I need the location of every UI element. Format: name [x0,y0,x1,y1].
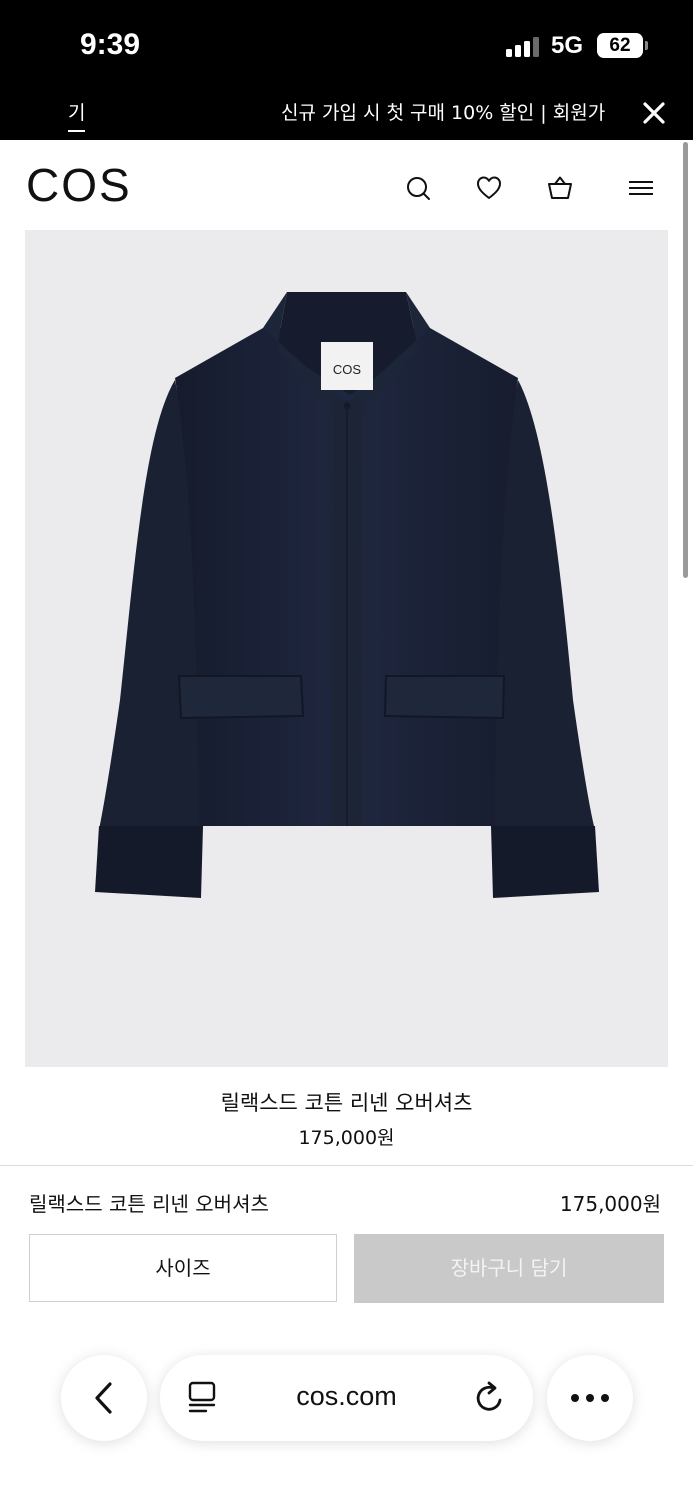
signal-icon [506,37,542,57]
more-button[interactable] [547,1355,633,1441]
address-bar[interactable]: cos.com [160,1355,533,1441]
site-header: COS [0,140,693,230]
search-icon[interactable] [404,174,432,202]
garment-label-text: COS [333,362,362,377]
sticky-product-name: 릴랙스드 코튼 리넨 오버셔츠 [29,1192,269,1216]
divider [0,1165,693,1166]
bag-icon[interactable] [546,174,574,202]
battery-icon: 62 [597,33,643,58]
ellipsis-icon [571,1394,609,1402]
reload-icon[interactable] [473,1380,507,1416]
promo-text: 신규 가입 시 첫 구매 10% 할인 | 회원가 [281,98,625,125]
scrollbar[interactable] [683,142,688,578]
promo-message: 신규 가입 시 첫 구매 10% 할인 | [281,102,553,124]
heart-icon[interactable] [475,174,503,202]
cos-logo[interactable]: COS [26,158,132,212]
browser-toolbar: cos.com [0,1325,693,1500]
status-time: 9:39 [80,28,141,61]
battery-cap [645,41,648,50]
promo-fragment: 기 [68,98,86,132]
overshirt-illustration: COS [95,292,599,898]
product-image[interactable]: COS [25,230,668,1067]
product-price: 175,000원 [298,1127,395,1149]
size-button[interactable]: 사이즈 [29,1234,337,1302]
chevron-left-icon [95,1382,112,1414]
promo-banner[interactable]: 기 신규 가입 시 첫 구매 10% 할인 | 회원가 [0,92,693,140]
menu-icon[interactable] [627,174,655,202]
status-bar: 9:39 5G 62 [0,0,693,92]
sticky-product-price: 175,000원 [559,1192,661,1216]
add-to-cart-button[interactable]: 장바구니 담기 [354,1234,664,1303]
product-title: 릴랙스드 코튼 리넨 오버셔츠 [220,1091,473,1115]
promo-signup-link[interactable]: 회원가 [552,102,606,125]
close-icon[interactable] [641,100,667,126]
back-button[interactable] [61,1355,147,1441]
network-type: 5G [551,32,584,59]
